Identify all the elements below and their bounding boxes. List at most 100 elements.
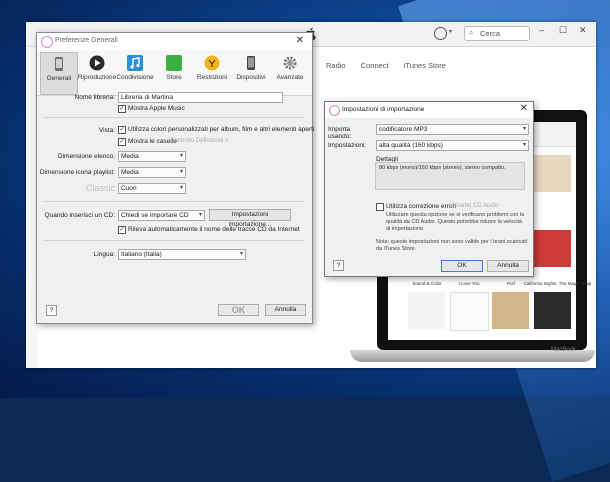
divider: [43, 240, 305, 241]
close-icon[interactable]: ✕: [296, 35, 304, 46]
tab-itunes-store[interactable]: iTunes Store: [404, 61, 446, 70]
macbook-brand: MacBook: [551, 347, 577, 353]
auto-track-names-checkbox[interactable]: ✓: [118, 226, 126, 234]
dialog-title: Preferenze Generali: [55, 37, 118, 44]
chevron-down-icon: ▾: [239, 251, 243, 257]
grid-style-select[interactable]: Cuori ▾: [118, 183, 186, 194]
help-button[interactable]: ?: [333, 260, 344, 271]
tab-generali[interactable]: Generali: [40, 52, 78, 95]
tab-condivisione[interactable]: Condivisione: [116, 52, 154, 93]
music-note-icon: [127, 55, 143, 71]
itunes-app-icon: [41, 36, 53, 48]
gear-icon: [283, 56, 297, 70]
chevron-down-icon: ▾: [522, 142, 526, 148]
cancel-button[interactable]: Annulla: [487, 260, 529, 272]
album-cover: [534, 292, 571, 329]
tab-label: Restrizioni: [196, 74, 228, 81]
import-note: Nota: queste impostazioni non sono valid…: [376, 239, 528, 252]
playlist-icon-size-value: Media: [121, 169, 139, 176]
play-icon: [89, 55, 105, 71]
tab-dispositivi[interactable]: Dispositivi: [233, 52, 269, 93]
tab-restrizioni[interactable]: Restrizioni: [194, 52, 230, 93]
album-cover: [492, 292, 529, 329]
restrictions-icon: [204, 55, 220, 71]
import-settings-button[interactable]: Impostazioni importazione...: [209, 209, 291, 228]
tab-store[interactable]: Store: [156, 52, 192, 93]
playlist-icon-size-select[interactable]: Media ▾: [118, 167, 186, 178]
library-name-label: Nome libreria:: [74, 94, 115, 101]
import-title-bar: Impostazioni di importazione ✕: [325, 102, 533, 118]
details-box: 80 kbps (mono)/160 kbps (stereo), stereo…: [375, 162, 525, 190]
import-settings-dialog: Impostazioni di importazione ✕ Importa u…: [324, 101, 534, 277]
divider: [43, 117, 305, 118]
chevron-down-icon[interactable]: ▾: [449, 28, 452, 35]
import-using-value: codificatore MP3: [379, 126, 428, 133]
itunes-nav-tabs: Radio Connect iTunes Store: [326, 61, 459, 70]
album-title: Sound & Color: [412, 281, 442, 286]
cancel-button[interactable]: Annulla: [265, 304, 306, 316]
show-apple-music-label: Mostra Apple Music: [128, 105, 185, 112]
preferences-toolbar: Generali Riproduzione Condivisione Store…: [37, 50, 312, 96]
ok-button[interactable]: OK: [218, 304, 259, 316]
show-checkboxes-checkbox[interactable]: ✓: [118, 138, 126, 146]
playlist-icon-size-label: Dimensione icona playlist:: [39, 169, 115, 176]
import-using-select[interactable]: codificatore MP3 ▾: [376, 124, 529, 135]
tab-label: Condivisione: [116, 74, 154, 81]
search-icon: ⌕: [469, 28, 474, 37]
album-title: I Love You: [458, 281, 480, 286]
ghost-overlay-text: durante CD Audio: [451, 203, 499, 209]
chevron-down-icon: ▾: [198, 212, 202, 218]
custom-colors-checkbox[interactable]: ✓: [118, 126, 126, 134]
import-using-label: Importa usando:: [328, 126, 352, 140]
show-apple-music-checkbox[interactable]: ✓: [118, 105, 126, 113]
search-placeholder: Cerca: [480, 29, 501, 38]
list-size-select[interactable]: Media ▾: [118, 151, 186, 162]
maximize-button[interactable]: ☐: [559, 25, 567, 36]
preferences-dialog: Preferenze Generali ✕ Generali Riproduzi…: [36, 32, 315, 324]
divider: [43, 201, 305, 202]
chevron-down-icon: ▾: [179, 153, 183, 159]
grid-style-value: Cuori: [121, 185, 137, 192]
cd-insert-select[interactable]: Chiedi se importare CD ▾: [118, 210, 205, 221]
settings-label: Impostazioni:: [328, 142, 367, 149]
device-icon: [247, 56, 255, 70]
album-cover: [534, 230, 571, 267]
album-title: The Magic Whip: [558, 281, 592, 286]
ok-button[interactable]: OK: [441, 260, 483, 272]
tab-label: Avanzate: [276, 74, 304, 81]
error-correction-label: Utilizza correzione errori: [386, 203, 457, 210]
classic-ghost-label: Classic: [85, 183, 115, 193]
library-name-field[interactable]: Libreria di Martina: [118, 92, 283, 103]
error-correction-checkbox[interactable]: [376, 203, 384, 211]
quality-select[interactable]: alta qualità (160 kbps) ▾: [376, 140, 529, 151]
language-label: Lingua:: [93, 251, 115, 258]
close-button[interactable]: ✕: [579, 25, 587, 36]
account-avatar-icon[interactable]: [434, 27, 447, 40]
ghost-overlay-text: Controllo Definizioni >: [170, 138, 229, 144]
tab-connect[interactable]: Connect: [361, 61, 389, 70]
itunes-app-icon: [329, 105, 340, 116]
iphone-icon: [55, 57, 63, 71]
album-cover: [534, 155, 571, 192]
view-label: Vista:: [98, 127, 115, 134]
chevron-down-icon: ▾: [179, 169, 183, 175]
tab-radio[interactable]: Radio: [326, 61, 346, 70]
quality-value: alta qualità (160 kbps): [379, 142, 443, 149]
list-size-value: Media: [121, 153, 139, 160]
close-icon[interactable]: ✕: [520, 103, 528, 114]
list-size-label: Dimensione elenco:: [57, 153, 115, 160]
preferences-title-bar: Preferenze Generali ✕: [37, 33, 312, 50]
minimize-button[interactable]: –: [539, 25, 544, 35]
cd-insert-value: Chiedi se importare CD: [121, 212, 189, 219]
tab-avanzate[interactable]: Avanzate: [272, 52, 308, 93]
chevron-down-icon: ▾: [179, 185, 183, 191]
search-input[interactable]: ⌕ Cerca: [464, 26, 530, 41]
tab-riproduzione[interactable]: Riproduzione: [78, 52, 116, 93]
help-button[interactable]: ?: [46, 305, 57, 316]
custom-colors-label: Utilizza colori personalizzati per album…: [128, 126, 315, 133]
store-icon: [166, 55, 182, 71]
tab-label: Dispositivi: [236, 74, 266, 81]
language-select[interactable]: Italiano (Italia) ▾: [118, 249, 246, 260]
album-cover: [450, 292, 489, 331]
chevron-down-icon: ▾: [522, 126, 526, 132]
